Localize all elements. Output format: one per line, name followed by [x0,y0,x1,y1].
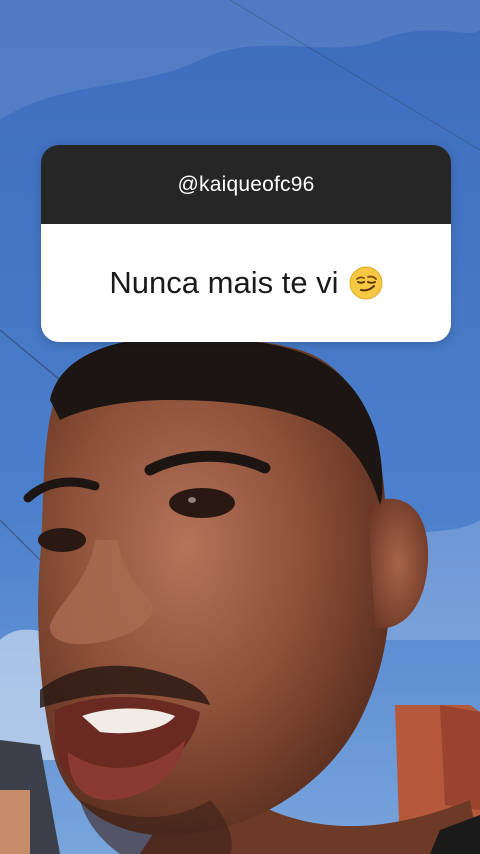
eye-right [169,488,235,518]
ear [368,498,429,629]
question-header: @kaiqueofc96 [41,145,451,224]
smirking-face-icon [349,266,383,300]
question-text: Nunca mais te vi [109,265,339,300]
question-sticker[interactable]: @kaiqueofc96 Nunca mais te vi [41,145,451,342]
question-body: Nunca mais te vi [41,224,451,342]
question-username: @kaiqueofc96 [177,172,315,196]
eye-left [38,528,86,552]
story-frame: @kaiqueofc96 Nunca mais te vi [0,0,480,854]
person [23,336,480,854]
eye-right-highlight [188,497,196,503]
